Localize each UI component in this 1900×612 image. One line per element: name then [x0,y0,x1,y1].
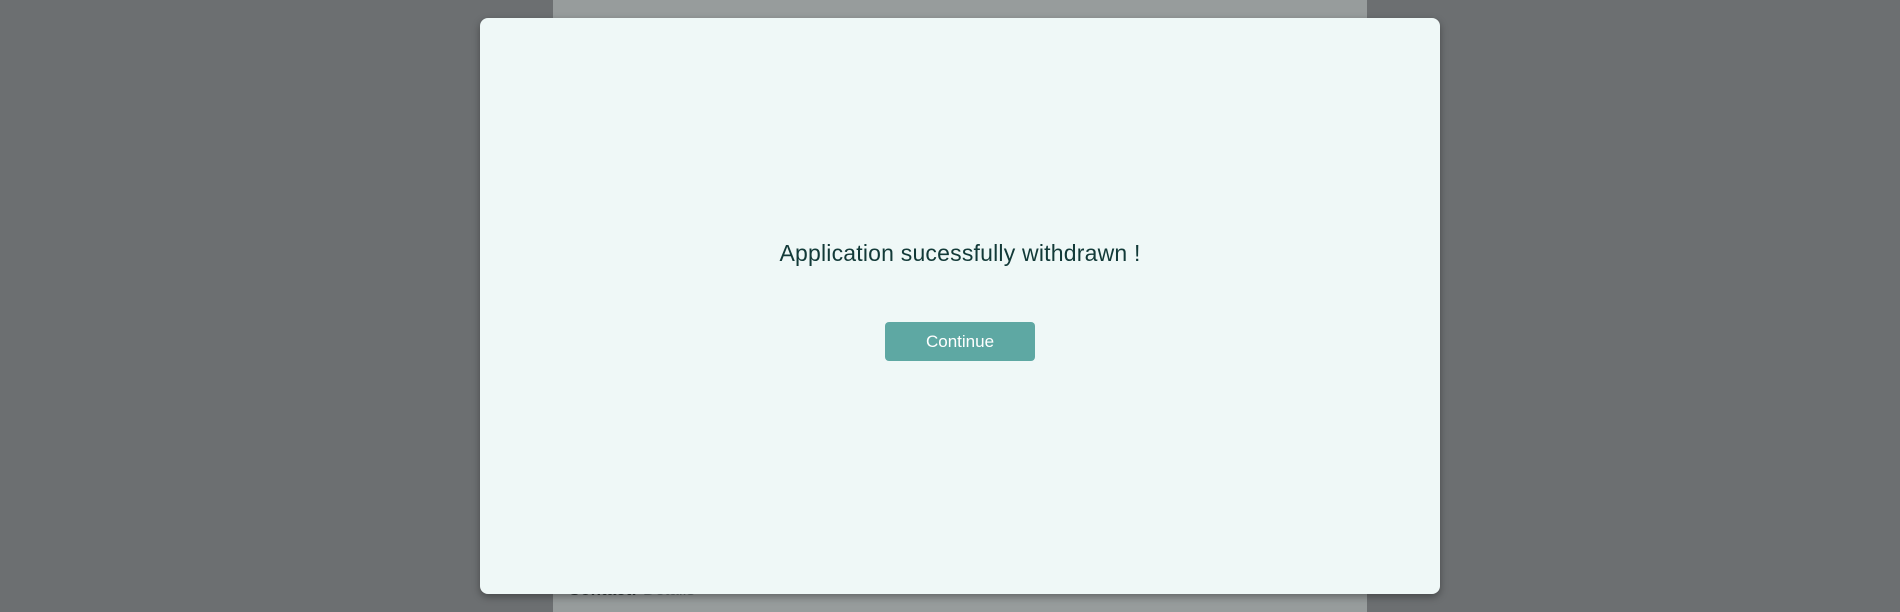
continue-button[interactable]: Continue [885,322,1035,361]
withdraw-success-dialog: Application sucessfully withdrawn ! Cont… [480,18,1440,594]
dialog-message: Application sucessfully withdrawn ! [779,240,1141,266]
